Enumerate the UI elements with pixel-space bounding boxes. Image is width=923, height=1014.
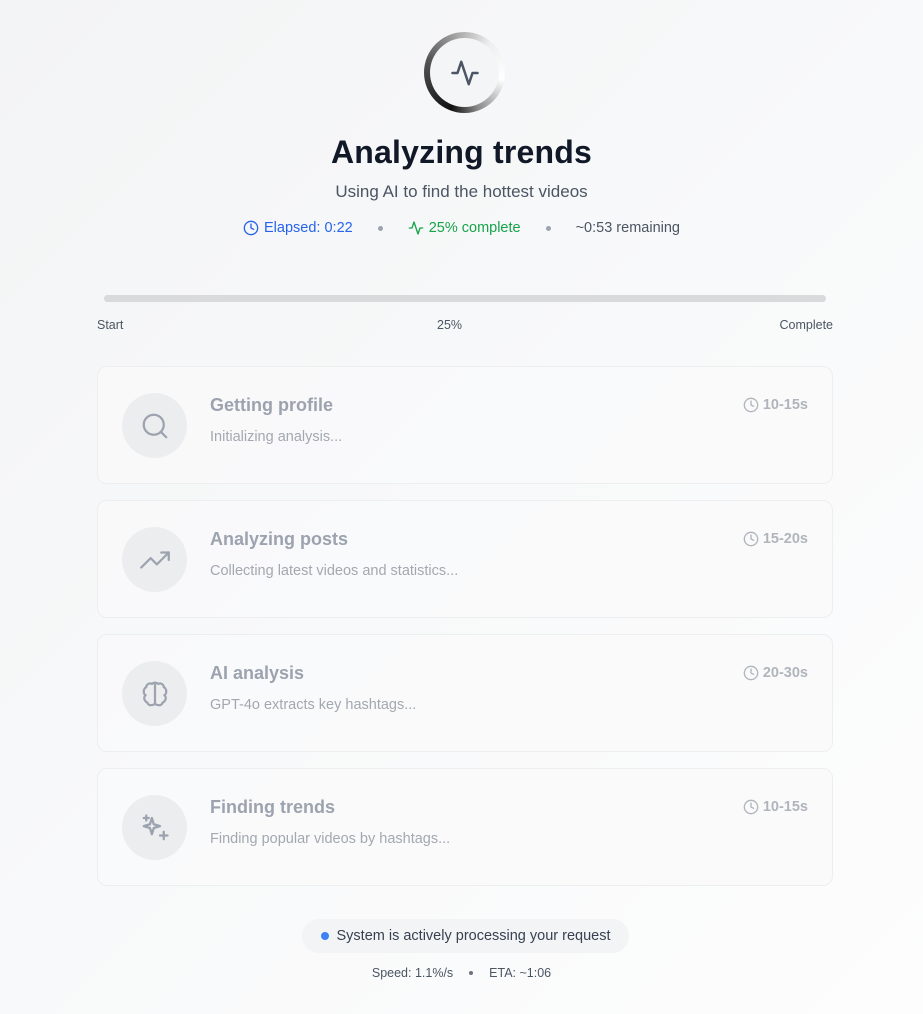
step-icon-circle bbox=[122, 527, 187, 592]
clock-icon bbox=[743, 397, 759, 413]
remaining-stat: ~0:53 remaining bbox=[576, 220, 680, 236]
step-card-analyzing-posts: Analyzing posts Collecting latest videos… bbox=[97, 500, 833, 618]
speed-text: Speed: 1.1%/s bbox=[371, 966, 454, 980]
step-time: 10-15s bbox=[743, 397, 808, 413]
search-icon bbox=[142, 413, 167, 438]
remaining-text: ~0:53 remaining bbox=[575, 220, 680, 236]
footer-stats: Speed: 1.1%/s ETA: ~1:06 bbox=[0, 966, 923, 980]
step-description: Collecting latest videos and statistics.… bbox=[210, 563, 459, 579]
step-time-text: 20-30s bbox=[762, 665, 808, 681]
step-time-text: 15-20s bbox=[762, 531, 808, 547]
step-card-ai-analysis: AI analysis GPT-4o extracts key hashtags… bbox=[97, 634, 833, 752]
clock-icon bbox=[743, 665, 759, 681]
step-time-text: 10-15s bbox=[762, 799, 808, 815]
progress-start-label: Start bbox=[97, 318, 124, 332]
step-description: Finding popular videos by hashtags... bbox=[210, 831, 451, 847]
step-title: AI analysis bbox=[210, 663, 305, 683]
step-title: Finding trends bbox=[210, 797, 335, 817]
step-time: 20-30s bbox=[743, 665, 808, 681]
step-icon-circle bbox=[122, 393, 187, 458]
progress-labels: Start 25% Complete bbox=[97, 318, 833, 334]
clock-icon bbox=[743, 531, 759, 547]
page-title: Analyzing trends bbox=[330, 134, 592, 170]
step-description: Initializing analysis... bbox=[210, 429, 343, 445]
elapsed-text: Elapsed: 0:22 bbox=[264, 220, 353, 236]
step-time: 10-15s bbox=[743, 799, 808, 815]
step-title: Getting profile bbox=[210, 395, 333, 415]
trending-up-icon bbox=[139, 550, 170, 569]
percent-stat: 25% complete bbox=[408, 220, 521, 236]
progress-percent-label: 25% bbox=[437, 318, 463, 332]
spinner-center bbox=[430, 38, 499, 107]
sparkles-icon bbox=[142, 813, 169, 840]
step-time: 15-20s bbox=[743, 531, 808, 547]
clock-icon bbox=[243, 220, 259, 236]
step-card-finding-trends: Finding trends Finding popular videos by… bbox=[97, 768, 833, 886]
separator-dot bbox=[545, 225, 551, 231]
status-badge: System is actively processing your reque… bbox=[302, 919, 629, 953]
elapsed-stat: Elapsed: 0:22 bbox=[243, 220, 353, 236]
step-time-text: 10-15s bbox=[762, 397, 808, 413]
activity-icon bbox=[408, 221, 424, 235]
eta-text: ETA: ~1:06 bbox=[489, 966, 552, 980]
progress-bar bbox=[104, 295, 826, 302]
step-description: GPT-4o extracts key hashtags... bbox=[210, 697, 417, 713]
step-title: Analyzing posts bbox=[210, 529, 349, 549]
step-icon-circle bbox=[122, 661, 187, 726]
steps-list: Getting profile Initializing analysis...… bbox=[97, 366, 833, 902]
stats-row: Elapsed: 0:22 25% complete ~0:53 remaini… bbox=[0, 220, 923, 236]
step-icon-circle bbox=[122, 795, 187, 860]
progress-fill bbox=[104, 295, 285, 302]
progress-end-label: Complete bbox=[779, 318, 834, 332]
activity-icon bbox=[450, 60, 479, 85]
page-subtitle: Using AI to find the hottest videos bbox=[335, 182, 588, 201]
status-indicator-dot bbox=[320, 932, 329, 940]
step-card-getting-profile: Getting profile Initializing analysis...… bbox=[97, 366, 833, 484]
separator-dot bbox=[469, 971, 474, 975]
status-message: System is actively processing your reque… bbox=[336, 928, 611, 944]
loading-spinner bbox=[424, 32, 505, 113]
percent-text: 25% complete bbox=[428, 220, 521, 236]
separator-dot bbox=[377, 225, 383, 231]
clock-icon bbox=[743, 799, 759, 815]
brain-icon bbox=[142, 681, 167, 706]
